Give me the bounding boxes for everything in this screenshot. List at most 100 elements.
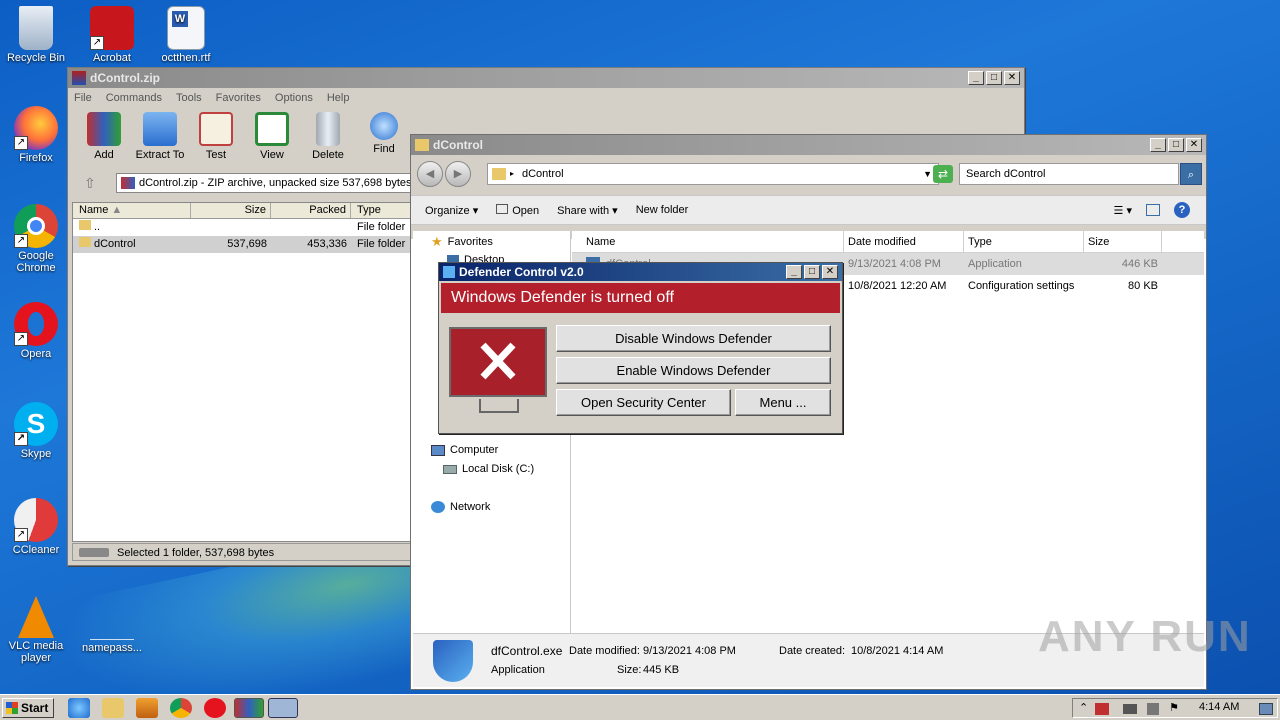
- new-folder-button[interactable]: New folder: [636, 204, 689, 216]
- maximize-button[interactable]: □: [804, 265, 820, 279]
- help-icon[interactable]: ?: [1174, 202, 1190, 218]
- ccleaner-icon: ↗: [14, 498, 58, 542]
- desktop-icon-skype[interactable]: S ↗ Skype: [0, 402, 72, 460]
- open-button[interactable]: Open: [496, 203, 539, 217]
- menu-help[interactable]: Help: [327, 92, 350, 104]
- menu-button[interactable]: Menu ...: [735, 389, 831, 416]
- tray-display-icon[interactable]: [1123, 704, 1137, 714]
- organize-button[interactable]: Organize ▾: [425, 204, 478, 217]
- clock[interactable]: 4:14 AM: [1199, 701, 1239, 713]
- desktop-icon-label: Recycle Bin: [6, 52, 66, 64]
- explorer-icon[interactable]: [102, 698, 124, 718]
- nav-network[interactable]: Network: [431, 498, 490, 516]
- back-button[interactable]: ◀: [417, 161, 443, 187]
- winrar-row-dcontrol[interactable]: dControl 537,698 453,336 File folder: [73, 236, 421, 253]
- minimize-button[interactable]: _: [968, 71, 984, 85]
- share-with-button[interactable]: Share with ▾: [557, 204, 618, 217]
- details-created-label: Date created:: [779, 645, 846, 657]
- desktop-icon-rtf[interactable]: W octthen.rtf: [150, 6, 222, 64]
- tool-label: Add: [94, 149, 114, 161]
- desktop-icon-label: Acrobat: [93, 52, 131, 64]
- star-icon: ★: [431, 234, 443, 249]
- tool-label: Find: [373, 143, 395, 155]
- extract-to-button[interactable]: Extract To: [132, 112, 188, 168]
- minimize-button[interactable]: _: [786, 265, 802, 279]
- desktop-icon-recycle-bin[interactable]: Recycle Bin: [0, 6, 72, 64]
- command-bar: Organize ▾ Open Share with ▾ New folder …: [411, 195, 1206, 225]
- folder-icon: [79, 237, 91, 247]
- desktop-icon-chrome[interactable]: ↗ Google Chrome: [0, 204, 72, 274]
- winrar-taskbar-button[interactable]: [234, 698, 264, 718]
- desktop-icon-namepass[interactable]: namepass...: [76, 596, 148, 654]
- menu-commands[interactable]: Commands: [106, 92, 162, 104]
- nav-favorites[interactable]: ★ Favorites: [431, 233, 493, 251]
- desktop-icon-firefox[interactable]: ↗ Firefox: [0, 106, 72, 164]
- tool-label: Delete: [312, 149, 344, 161]
- col-packed[interactable]: Packed: [271, 203, 351, 218]
- maximize-button[interactable]: □: [1168, 138, 1184, 152]
- chrome-icon[interactable]: [170, 698, 192, 718]
- menu-favorites[interactable]: Favorites: [216, 92, 261, 104]
- media-player-icon[interactable]: [136, 698, 158, 718]
- col-name[interactable]: Name: [572, 231, 844, 252]
- maximize-button[interactable]: □: [986, 71, 1002, 85]
- defender-control-dialog[interactable]: Defender Control v2.0 _ □ ✕ Windows Defe…: [438, 262, 843, 434]
- ie-icon[interactable]: [68, 698, 90, 718]
- nav-local-disk[interactable]: Local Disk (C:): [443, 460, 534, 478]
- chrome-icon: ↗: [14, 204, 58, 248]
- col-date-modified[interactable]: Date modified: [844, 231, 964, 252]
- col-name[interactable]: Name ▲: [73, 203, 191, 218]
- red-x-icon: [480, 342, 516, 380]
- search-placeholder: Search dControl: [966, 168, 1046, 180]
- address-bar[interactable]: ▸ dControl ▼: [487, 163, 939, 185]
- col-size[interactable]: Size: [191, 203, 271, 218]
- open-security-center-button[interactable]: Open Security Center: [556, 389, 731, 416]
- menu-tools[interactable]: Tools: [176, 92, 202, 104]
- defender-shield-icon: [443, 266, 455, 278]
- delete-button[interactable]: Delete: [300, 112, 356, 168]
- desktop-icon-label: Opera: [20, 348, 52, 360]
- tray-expand-icon[interactable]: ⌃: [1079, 701, 1088, 714]
- view-options-icon[interactable]: ☰ ▾: [1114, 204, 1132, 217]
- show-desktop-icon[interactable]: [1259, 703, 1273, 715]
- desktop-icon-vlc[interactable]: VLC media player: [0, 596, 72, 664]
- close-button[interactable]: ✕: [1186, 138, 1202, 152]
- close-button[interactable]: ✕: [822, 265, 838, 279]
- start-button[interactable]: Start: [2, 698, 54, 718]
- up-arrow-icon[interactable]: ⇧: [72, 175, 116, 192]
- defender-taskbar-button[interactable]: [268, 698, 298, 718]
- tray-network-icon[interactable]: [1147, 703, 1159, 715]
- nav-computer[interactable]: Computer: [431, 441, 498, 459]
- shield-app-icon: [433, 640, 473, 682]
- preview-pane-icon[interactable]: [1146, 204, 1160, 216]
- menu-file[interactable]: File: [74, 92, 92, 104]
- tray-flag-icon[interactable]: ⚑: [1169, 701, 1179, 714]
- view-button[interactable]: View: [244, 112, 300, 168]
- opera-icon[interactable]: [204, 698, 226, 718]
- desktop-icon-acrobat[interactable]: ↗ Acrobat: [76, 6, 148, 64]
- disable-defender-button[interactable]: Disable Windows Defender: [556, 325, 831, 352]
- forward-button[interactable]: ▶: [445, 161, 471, 187]
- desktop-icon-ccleaner[interactable]: ↗ CCleaner: [0, 498, 72, 556]
- find-button[interactable]: Find: [356, 112, 412, 168]
- add-button[interactable]: Add: [76, 112, 132, 168]
- minimize-button[interactable]: _: [1150, 138, 1166, 152]
- defender-titlebar[interactable]: Defender Control v2.0 _ □ ✕: [439, 263, 842, 281]
- tray-app-icon[interactable]: [1095, 703, 1109, 715]
- winrar-list-header: Name ▲ Size Packed Type: [73, 203, 421, 219]
- enable-defender-button[interactable]: Enable Windows Defender: [556, 357, 831, 384]
- winrar-titlebar[interactable]: dControl.zip _ □ ✕: [68, 68, 1024, 88]
- col-size[interactable]: Size: [1084, 231, 1162, 252]
- explorer-titlebar[interactable]: dControl _ □ ✕: [411, 135, 1206, 155]
- chevron-down-icon[interactable]: ▼: [923, 164, 932, 184]
- test-button[interactable]: Test: [188, 112, 244, 168]
- archive-icon: [121, 177, 135, 189]
- search-icon[interactable]: ⌕: [1180, 163, 1202, 185]
- close-button[interactable]: ✕: [1004, 71, 1020, 85]
- search-input[interactable]: Search dControl ⌕: [959, 163, 1202, 185]
- winrar-row-parent[interactable]: .. File folder: [73, 219, 421, 236]
- col-type[interactable]: Type: [964, 231, 1084, 252]
- desktop-icon-opera[interactable]: ↗ Opera: [0, 302, 72, 360]
- menu-options[interactable]: Options: [275, 92, 313, 104]
- refresh-button[interactable]: ⇄: [933, 165, 953, 183]
